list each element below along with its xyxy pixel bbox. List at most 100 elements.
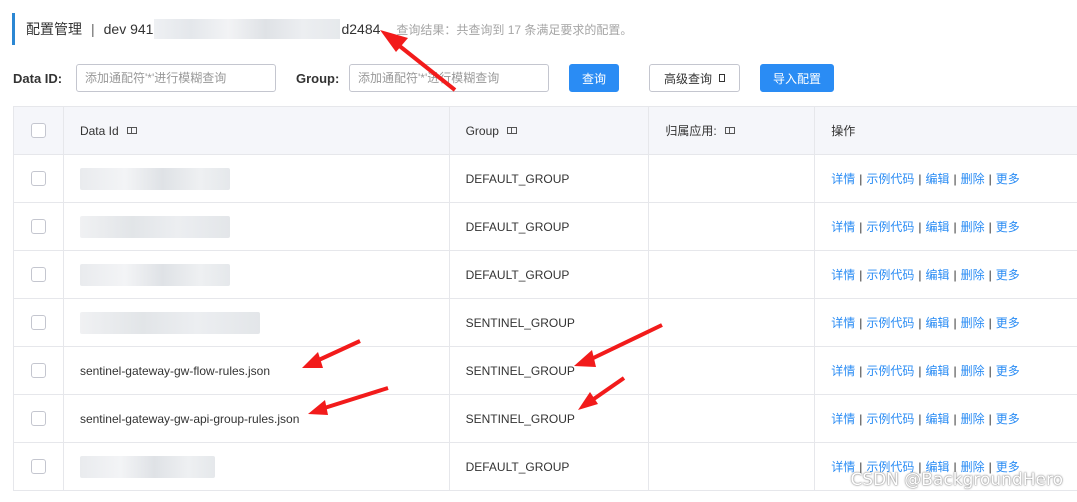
detail-link[interactable]: 详情 (831, 362, 855, 379)
expand-icon (719, 74, 725, 82)
action-separator: | (953, 267, 957, 282)
delete-link[interactable]: 删除 (961, 266, 985, 283)
app-cell (649, 203, 816, 250)
more-link[interactable]: 更多 (996, 170, 1020, 187)
sample-code-link[interactable]: 示例代码 (866, 410, 914, 427)
action-separator: | (918, 267, 922, 282)
column-filter-icon[interactable] (126, 127, 137, 134)
column-filter-icon[interactable] (724, 127, 735, 134)
actions-cell: 详情 | 示例代码 | 编辑 | 删除 | 更多 (815, 251, 1077, 298)
sample-code-link[interactable]: 示例代码 (866, 362, 914, 379)
action-separator: | (859, 219, 863, 234)
action-separator: | (918, 363, 922, 378)
page-header: 配置管理 | dev 941 d2484 查询结果：共查询到 17 条满足要求的… (12, 13, 632, 45)
delete-link[interactable]: 删除 (961, 218, 985, 235)
edit-link[interactable]: 编辑 (926, 314, 950, 331)
data-id-cell (64, 203, 450, 250)
detail-link[interactable]: 详情 (831, 314, 855, 331)
row-checkbox[interactable] (30, 363, 46, 378)
delete-link[interactable]: 删除 (961, 410, 985, 427)
delete-link[interactable]: 删除 (961, 362, 985, 379)
data-id-cell (64, 299, 450, 346)
more-link[interactable]: 更多 (996, 266, 1020, 283)
watermark: CSDN @BackgroundHero (850, 470, 1063, 490)
header-separator: | (91, 21, 95, 37)
data-id-cell: sentinel-gateway-gw-flow-rules.json (64, 347, 450, 394)
action-separator: | (953, 363, 957, 378)
column-filter-icon[interactable] (506, 127, 517, 134)
data-id-redacted (79, 455, 215, 478)
sample-code-link[interactable]: 示例代码 (866, 218, 914, 235)
query-button-label: 查询 (581, 71, 606, 86)
action-separator: | (953, 411, 957, 426)
sample-code-link[interactable]: 示例代码 (866, 314, 914, 331)
row-actions: 详情 | 示例代码 | 编辑 | 删除 | 更多 (831, 170, 1020, 187)
action-separator: | (918, 411, 922, 426)
data-id-redacted (79, 167, 230, 190)
more-link[interactable]: 更多 (996, 218, 1020, 235)
action-separator: | (953, 219, 957, 234)
query-result-text: 查询结果：共查询到 17 条满足要求的配置。 (396, 22, 633, 37)
sample-code-link[interactable]: 示例代码 (866, 266, 914, 283)
namespace-suffix: d2484 (341, 21, 381, 37)
detail-link[interactable]: 详情 (831, 410, 855, 427)
select-all-checkbox[interactable] (30, 123, 46, 138)
group-cell: DEFAULT_GROUP (450, 155, 650, 202)
action-separator: | (988, 219, 992, 234)
table-row: sentinel-gateway-gw-api-group-rules.json… (14, 395, 1077, 443)
advanced-query-button[interactable]: 高级查询 (649, 64, 740, 92)
group-search-input[interactable] (349, 64, 549, 92)
edit-link[interactable]: 编辑 (926, 410, 950, 427)
row-checkbox[interactable] (30, 267, 46, 282)
delete-link[interactable]: 删除 (961, 170, 985, 187)
row-checkbox-cell (14, 299, 64, 346)
row-checkbox[interactable] (30, 315, 46, 330)
edit-link[interactable]: 编辑 (926, 170, 950, 187)
column-label: Data Id (79, 123, 119, 138)
detail-link[interactable]: 详情 (831, 218, 855, 235)
import-config-button[interactable]: 导入配置 (760, 64, 834, 92)
more-link[interactable]: 更多 (996, 314, 1020, 331)
edit-link[interactable]: 编辑 (926, 266, 950, 283)
detail-link[interactable]: 详情 (831, 266, 855, 283)
edit-link[interactable]: 编辑 (926, 218, 950, 235)
column-label: 归属应用: (665, 124, 717, 138)
action-separator: | (988, 411, 992, 426)
header-actions: 操作 (815, 107, 1077, 154)
delete-link[interactable]: 删除 (961, 314, 985, 331)
more-link[interactable]: 更多 (996, 362, 1020, 379)
row-checkbox[interactable] (30, 171, 46, 186)
data-id-cell (64, 251, 450, 298)
group-cell: DEFAULT_GROUP (450, 251, 650, 298)
app-cell (649, 347, 816, 394)
row-checkbox-cell (14, 203, 64, 250)
app-cell (649, 155, 816, 202)
dataid-search-input[interactable] (76, 64, 276, 92)
action-separator: | (859, 171, 863, 186)
detail-link[interactable]: 详情 (831, 170, 855, 187)
row-actions: 详情 | 示例代码 | 编辑 | 删除 | 更多 (831, 266, 1020, 283)
namespace-redacted (154, 19, 341, 39)
column-label: Group (465, 123, 499, 138)
row-actions: 详情 | 示例代码 | 编辑 | 删除 | 更多 (831, 218, 1020, 235)
data-id-redacted (79, 215, 230, 238)
row-checkbox[interactable] (30, 411, 46, 426)
edit-link[interactable]: 编辑 (926, 362, 950, 379)
query-button[interactable]: 查询 (569, 64, 619, 92)
table-row: DEFAULT_GROUP 详情 | 示例代码 | 编辑 | 删除 | 更多 (14, 155, 1077, 203)
table-row: DEFAULT_GROUP 详情 | 示例代码 | 编辑 | 删除 | 更多 (14, 251, 1077, 299)
row-checkbox[interactable] (30, 219, 46, 234)
action-separator: | (859, 267, 863, 282)
row-checkbox-cell (14, 251, 64, 298)
action-separator: | (953, 171, 957, 186)
data-id-cell: sentinel-gateway-gw-api-group-rules.json (64, 395, 450, 442)
group-label: Group: (296, 71, 340, 86)
actions-cell: 详情 | 示例代码 | 编辑 | 删除 | 更多 (815, 203, 1077, 250)
header-checkbox-cell (14, 107, 64, 154)
sample-code-link[interactable]: 示例代码 (866, 170, 914, 187)
app-cell (649, 395, 816, 442)
group-text: SENTINEL_GROUP (465, 315, 575, 330)
row-checkbox[interactable] (30, 459, 46, 474)
more-link[interactable]: 更多 (996, 410, 1020, 427)
row-checkbox-cell (14, 347, 64, 394)
